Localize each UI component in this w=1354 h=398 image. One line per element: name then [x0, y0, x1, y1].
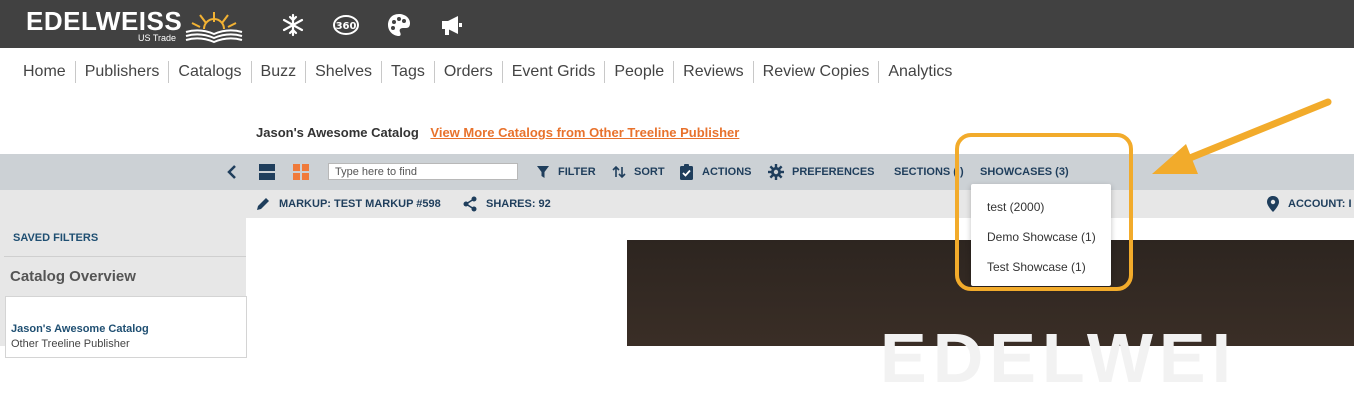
sort-label: SORT: [634, 166, 665, 178]
palette-icon[interactable]: [386, 12, 412, 38]
clipboard-check-icon: [680, 164, 693, 180]
nav-publishers[interactable]: Publishers: [74, 61, 169, 83]
account-label: ACCOUNT: I: [1288, 198, 1352, 210]
edelweiss-logo[interactable]: EDELWEISS US Trade: [26, 6, 246, 46]
filter-icon: [537, 166, 549, 178]
nav-analytics[interactable]: Analytics: [878, 61, 961, 83]
shares-label: SHARES: 92: [486, 198, 551, 210]
nav-reviews[interactable]: Reviews: [673, 61, 752, 83]
logo-subtitle: US Trade: [138, 33, 177, 43]
pencil-icon: [257, 198, 269, 210]
top-bar: EDELWEISS US Trade 360: [0, 0, 1354, 48]
nav-tags[interactable]: Tags: [381, 61, 434, 83]
360-icon[interactable]: 360: [333, 12, 359, 38]
book-sunrise-icon: [185, 12, 243, 44]
overview-publisher: Other Treeline Publisher: [11, 338, 130, 350]
annotation-arrow-icon: [1152, 98, 1332, 174]
shares-button[interactable]: SHARES: 92: [462, 190, 551, 218]
filter-label: FILTER: [558, 166, 596, 178]
cover-preview-text: EDELWEI: [880, 319, 1238, 397]
map-pin-icon: [1267, 196, 1279, 212]
grid-view-icon[interactable]: [292, 163, 310, 181]
sort-icon: [612, 165, 626, 179]
chevron-left-icon[interactable]: [225, 164, 239, 180]
nav-catalogs[interactable]: Catalogs: [168, 61, 250, 83]
actions-button[interactable]: ACTIONS: [679, 154, 752, 190]
overview-catalog-title[interactable]: Jason's Awesome Catalog: [11, 323, 149, 335]
account-button[interactable]: ACCOUNT: I: [1266, 190, 1352, 218]
list-view-icon[interactable]: [258, 163, 276, 181]
highlight-annotation: [955, 133, 1133, 291]
sections-label: SECTIONS ( ): [894, 166, 964, 178]
preferences-label: PREFERENCES: [792, 166, 875, 178]
sections-button[interactable]: SECTIONS ( ): [894, 154, 964, 190]
catalog-title: Jason's Awesome Catalog: [256, 125, 419, 140]
catalog-subbar: [0, 190, 1354, 218]
snowflake-icon[interactable]: [280, 12, 306, 38]
sort-button[interactable]: SORT: [612, 154, 665, 190]
share-icon: [463, 196, 477, 212]
more-catalogs-link[interactable]: View More Catalogs from Other Treeline P…: [430, 125, 739, 140]
megaphone-icon[interactable]: [438, 12, 464, 38]
actions-label: ACTIONS: [702, 166, 752, 178]
sidebar-divider: [4, 256, 246, 257]
preferences-button[interactable]: PREFERENCES: [768, 154, 875, 190]
find-input[interactable]: [328, 163, 518, 180]
catalog-overview-heading: Catalog Overview: [10, 268, 136, 285]
saved-filters-link[interactable]: SAVED FILTERS: [13, 232, 98, 244]
nav-buzz[interactable]: Buzz: [250, 61, 306, 83]
nav-review-copies[interactable]: Review Copies: [752, 61, 879, 83]
filter-button[interactable]: FILTER: [536, 154, 596, 190]
gear-icon: [768, 164, 784, 180]
markup-button[interactable]: MARKUP: TEST MARKUP #598: [255, 190, 441, 218]
main-nav: Home Publishers Catalogs Buzz Shelves Ta…: [14, 60, 961, 84]
markup-label: MARKUP: TEST MARKUP #598: [279, 198, 441, 210]
svg-text:360: 360: [336, 21, 357, 32]
nav-orders[interactable]: Orders: [433, 61, 502, 83]
nav-shelves[interactable]: Shelves: [305, 61, 381, 83]
nav-event-grids[interactable]: Event Grids: [501, 61, 605, 83]
nav-people[interactable]: People: [604, 61, 673, 83]
catalog-header: Jason's Awesome Catalog View More Catalo…: [256, 125, 739, 140]
nav-home[interactable]: Home: [14, 61, 75, 83]
